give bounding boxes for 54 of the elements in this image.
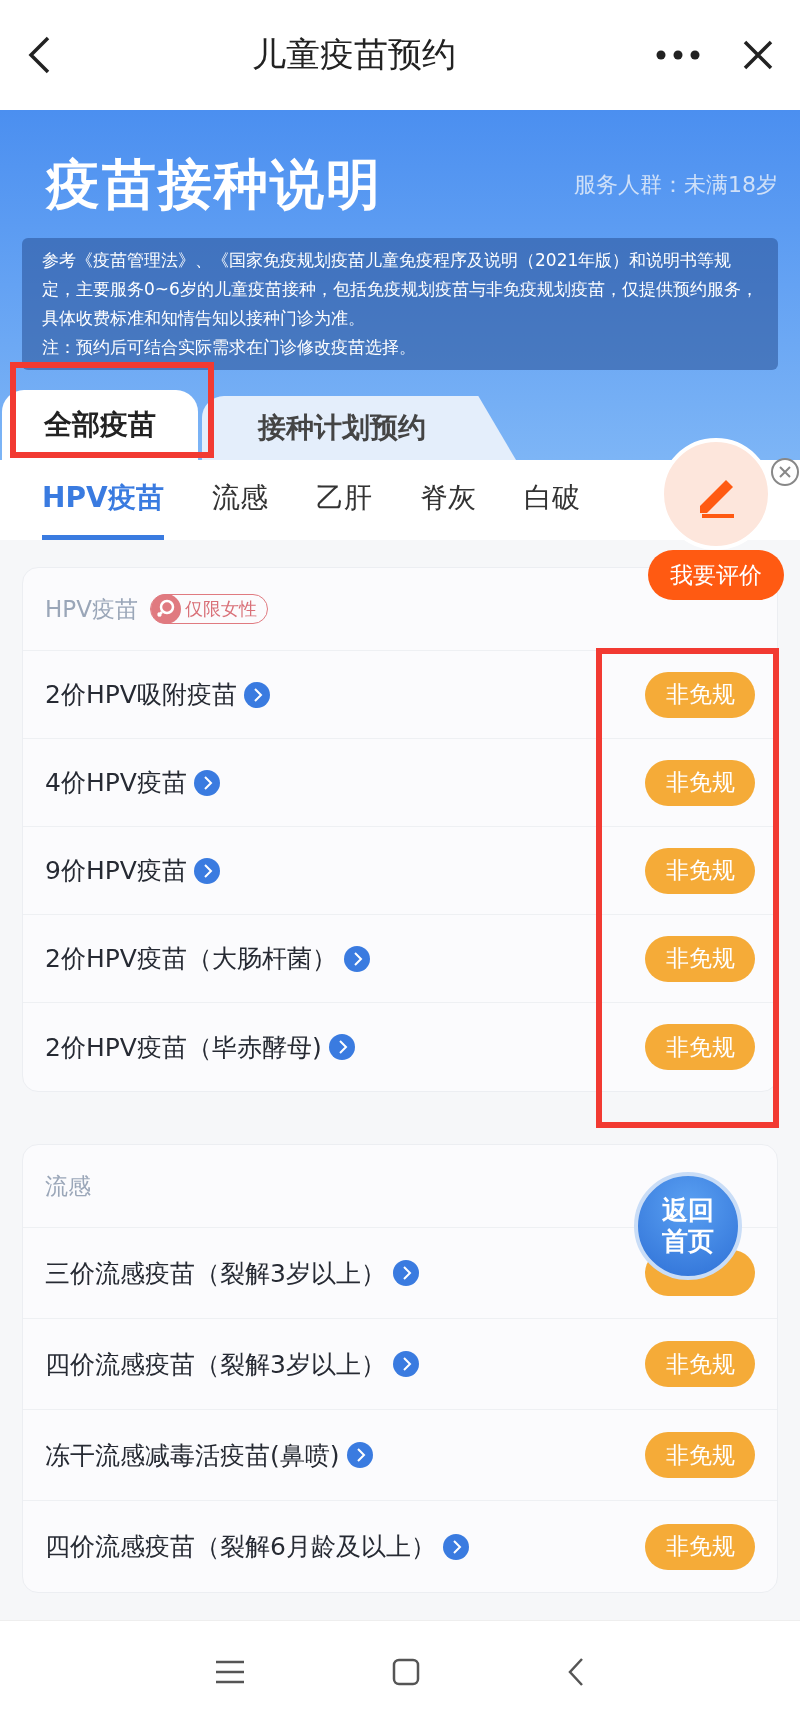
chevron-circle-icon[interactable]: [192, 856, 221, 885]
vaccine-row[interactable]: 四价流感疫苗（裂解6月龄及以上） 非免规: [23, 1501, 777, 1592]
category-tag: 非免规: [645, 671, 755, 718]
tab[interactable]: 接种计划预约: [202, 396, 516, 460]
chevron-circle-icon[interactable]: [345, 1441, 374, 1469]
category-tab[interactable]: 乙肝: [315, 460, 372, 540]
back-icon[interactable]: [26, 35, 52, 75]
vaccine-row[interactable]: 四价流感疫苗（裂解3岁以上） 非免规: [23, 1319, 777, 1410]
category-tab[interactable]: HPV疫苗: [42, 460, 164, 540]
section-title: 流感: [45, 1171, 91, 1201]
notice-text: 注：预约后可结合实际需求在门诊修改疫苗选择。: [42, 336, 417, 359]
female-icon: [150, 594, 181, 624]
vaccine-name: 四价流感疫苗（裂解3岁以上）: [45, 1348, 386, 1381]
chevron-circle-icon[interactable]: [242, 680, 271, 709]
vaccine-name: 4价HPV疫苗: [45, 767, 187, 799]
chevron-circle-icon[interactable]: [391, 1259, 420, 1287]
chevron-circle-icon[interactable]: [342, 944, 371, 973]
vaccine-row[interactable]: 冻干流感减毒活疫苗(鼻喷) 非免规: [23, 1410, 777, 1501]
menu-icon[interactable]: [215, 1658, 245, 1685]
category-tag: 非免规: [645, 935, 755, 982]
category-tab[interactable]: 白破: [523, 460, 580, 540]
category-tag: 非免规: [645, 1523, 755, 1570]
vaccine-name: 四价流感疫苗（裂解6月龄及以上）: [45, 1531, 436, 1563]
back-icon[interactable]: [567, 1656, 585, 1687]
chevron-circle-icon[interactable]: [391, 1350, 420, 1378]
vaccine-name: 冻干流感减毒活疫苗(鼻喷): [45, 1439, 340, 1472]
vaccine-name: 9价HPV疫苗: [45, 855, 187, 887]
vaccine-row[interactable]: 2价HPV吸附疫苗 非免规: [23, 651, 777, 739]
vaccine-row[interactable]: 2价HPV疫苗（毕赤酵母) 非免规: [23, 1003, 777, 1091]
more-icon[interactable]: [656, 50, 700, 60]
chevron-circle-icon[interactable]: [441, 1532, 470, 1561]
category-tag: 非免规: [645, 1024, 755, 1070]
close-icon[interactable]: [742, 39, 774, 71]
chevron-circle-icon[interactable]: [192, 768, 221, 797]
chevron-circle-icon[interactable]: [327, 1033, 356, 1061]
square-icon[interactable]: [392, 1657, 420, 1686]
category-tag: 非免规: [645, 847, 755, 894]
vaccine-row[interactable]: 4价HPV疫苗 非免规: [23, 739, 777, 827]
category-tab[interactable]: 脊灰: [419, 460, 476, 540]
banner-title: 疫苗接种说明: [46, 151, 382, 218]
section-title: HPV疫苗: [45, 594, 138, 624]
vaccine-name: 2价HPV疫苗（大肠杆菌）: [45, 943, 337, 975]
page-title: 儿童疫苗预约: [252, 33, 456, 76]
vaccine-name: 三价流感疫苗（裂解3岁以上）: [45, 1257, 386, 1290]
vaccine-name: 2价HPV疫苗（毕赤酵母): [45, 1031, 322, 1064]
vaccine-name: 2价HPV吸附疫苗: [45, 679, 237, 711]
category-tag: 非免规: [645, 1432, 755, 1478]
category-tag: 非免规: [645, 1341, 755, 1387]
notice-text: 参考《疫苗管理法》、《国家免疫规划疫苗儿童免疫程序及说明（2021年版）和说明书等规定，主要服务0~6岁的儿童疫苗接种，包括免疫规划疫苗与非免疫规划疫苗，仅提供预约服务，具体收费标准和知情告知以接种门诊为准。: [42, 249, 758, 330]
vaccine-row[interactable]: 9价HPV疫苗 非免规: [23, 827, 777, 915]
category-tab[interactable]: 流感: [211, 460, 268, 540]
vaccine-row[interactable]: 2价HPV疫苗（大肠杆菌） 非免规: [23, 915, 777, 1003]
category-tag: 非免规: [645, 759, 755, 806]
audience-text: 服务人群：未满18岁: [574, 171, 778, 199]
